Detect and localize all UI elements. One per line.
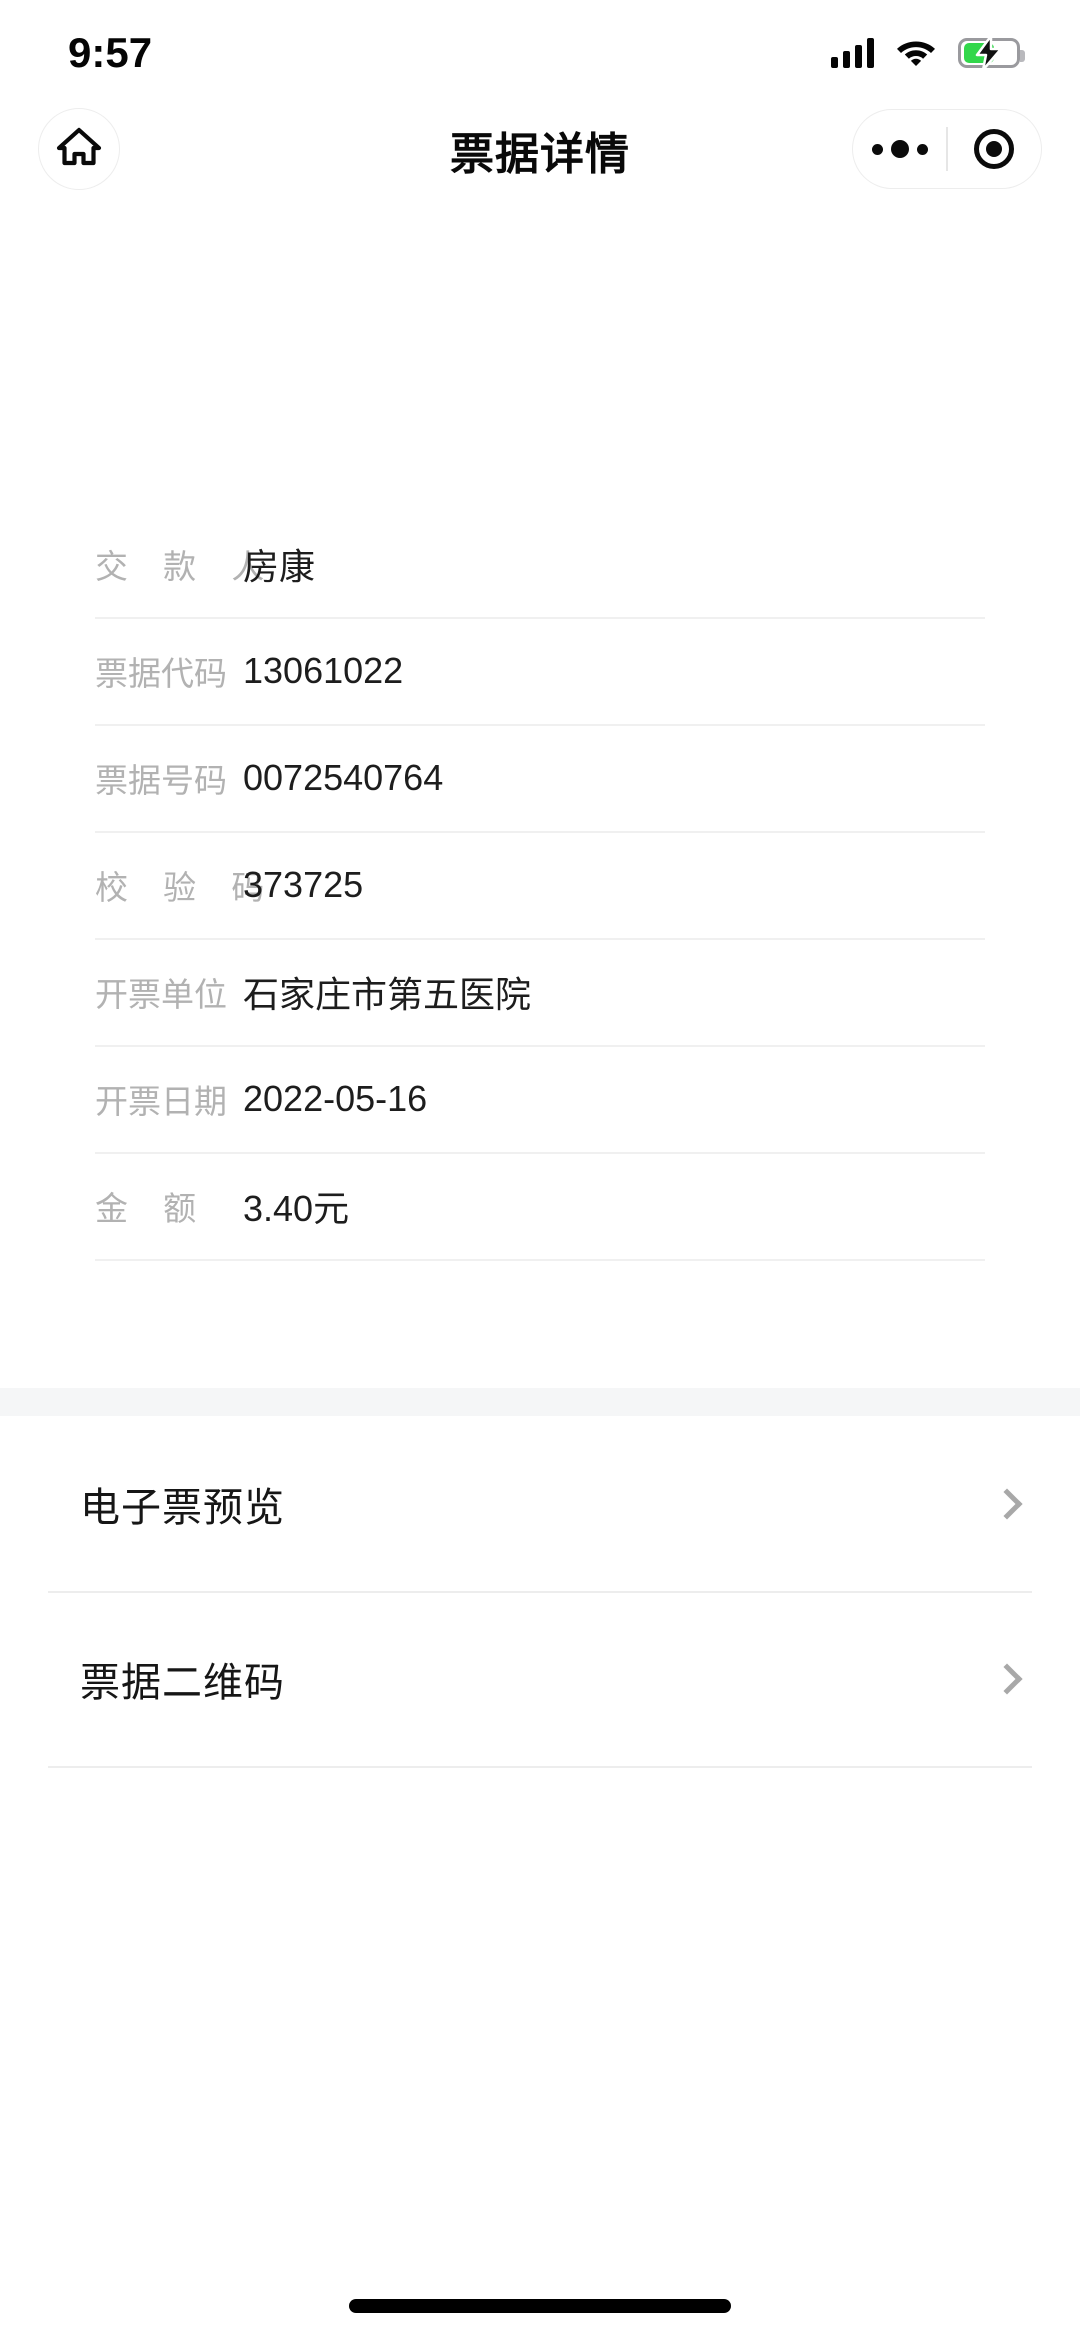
section-separator-band	[0, 1388, 1080, 1416]
detail-value: 2022-05-16	[243, 1077, 428, 1119]
cellular-signal-icon	[831, 38, 874, 68]
detail-row: 开票单位 石家庄市第五医院	[0, 938, 1080, 1045]
detail-label: 校 验 码	[95, 868, 278, 906]
detail-value: 0072540764	[243, 756, 444, 798]
detail-label: 交 款 人	[95, 547, 278, 585]
action-item-einvoice-preview[interactable]: 电子票预览	[0, 1416, 1080, 1591]
chevron-right-icon	[991, 1662, 1023, 1695]
action-item-bill-qrcode[interactable]: 票据二维码	[0, 1591, 1080, 1766]
more-dots-icon	[871, 140, 928, 158]
detail-value: 石家庄市第五医院	[243, 973, 532, 1015]
more-menu-button[interactable]	[853, 110, 946, 188]
status-bar: 9:57	[0, 0, 1080, 100]
detail-label: 开票单位	[95, 975, 227, 1013]
navigation-bar: 票据详情	[0, 100, 1080, 200]
detail-value: 3.40元	[243, 1187, 350, 1229]
action-list: 电子票预览 票据二维码	[0, 1416, 1080, 1768]
battery-charging-icon	[958, 34, 1025, 72]
detail-row: 金 额 3.40元	[0, 1152, 1080, 1259]
target-circle-icon	[974, 129, 1015, 169]
detail-row: 交 款 人 房康	[0, 510, 1080, 617]
detail-label: 金 额	[95, 1189, 210, 1227]
chevron-right-icon	[991, 1487, 1023, 1520]
detail-row: 票据代码 13061022	[0, 617, 1080, 724]
status-bar-icons	[831, 30, 1025, 72]
wifi-icon	[896, 36, 936, 71]
detail-row: 票据号码 0072540764	[0, 724, 1080, 831]
home-indicator-bar[interactable]	[349, 2299, 731, 2313]
status-bar-time: 9:57	[68, 29, 153, 76]
miniprogram-capsule	[852, 109, 1042, 189]
app-screen: 9:57 票据详情 交 款 人 房康 票据代码 13061022 票据号码 00…	[0, 0, 1080, 2339]
detail-value: 373725	[243, 863, 364, 905]
detail-label: 开票日期	[95, 1082, 227, 1120]
detail-label: 票据号码	[95, 761, 227, 799]
detail-row: 校 验 码 373725	[0, 831, 1080, 938]
detail-value: 13061022	[243, 649, 404, 691]
action-item-label: 票据二维码	[80, 1660, 285, 1705]
detail-label: 票据代码	[95, 654, 227, 692]
close-miniprogram-button[interactable]	[948, 110, 1041, 188]
action-item-label: 电子票预览	[80, 1485, 285, 1530]
detail-row: 开票日期 2022-05-16	[0, 1045, 1080, 1152]
detail-value: 房康	[243, 545, 316, 587]
bill-detail-list: 交 款 人 房康 票据代码 13061022 票据号码 0072540764 校…	[0, 510, 1080, 1261]
